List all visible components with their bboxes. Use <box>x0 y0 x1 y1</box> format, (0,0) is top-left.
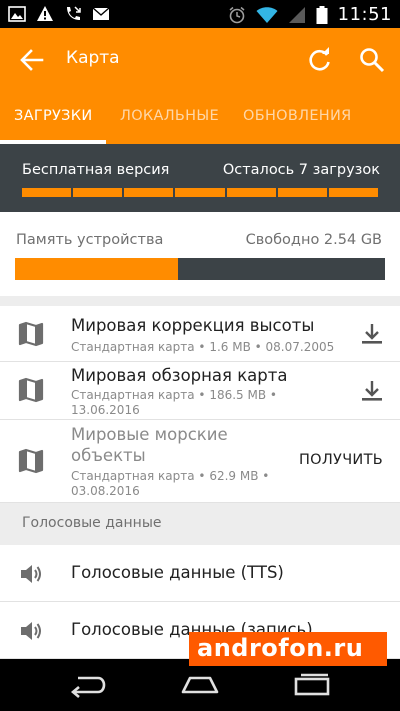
memory-usage-fill <box>15 258 178 280</box>
tab-local[interactable]: ЛОКАЛЬНЫЕ <box>120 108 219 124</box>
speaker-icon <box>21 565 41 583</box>
watermark-text: androfon.ru <box>197 634 364 662</box>
free-version-label: Бесплатная версия <box>22 162 170 178</box>
tab-updates[interactable]: ОБНОВЛЕНИЯ <box>243 108 352 124</box>
system-nav-bar <box>0 660 400 711</box>
memory-usage-bar <box>15 258 385 280</box>
page-title: Карта <box>66 48 120 68</box>
download-segment <box>226 188 276 197</box>
map-icon <box>18 448 44 474</box>
list-item-voice[interactable]: Голосовые данные (TTS) <box>0 545 400 602</box>
device-memory-panel: Память устройства Свободно 2.54 GB <box>0 212 400 296</box>
free-space-label: Свободно 2.54 GB <box>245 232 382 248</box>
refresh-icon[interactable] <box>306 46 334 74</box>
search-icon[interactable] <box>358 46 386 74</box>
voice-name: Голосовые данные (TTS) <box>71 563 284 582</box>
missed-call-icon <box>67 6 81 20</box>
download-segment <box>73 188 123 197</box>
map-meta-line1: Стандартная карта • 186.5 MB • <box>71 388 277 402</box>
signal-icon <box>288 6 305 23</box>
get-button[interactable]: ПОЛУЧИТЬ <box>299 452 383 468</box>
download-segment <box>328 188 378 197</box>
home-nav-icon[interactable] <box>180 672 220 698</box>
map-icon <box>18 377 44 403</box>
watermark-logo: androfon.ru <box>189 632 387 666</box>
map-meta-line2: 13.06.2016 <box>71 403 140 417</box>
map-name: Мировая обзорная карта <box>71 366 288 385</box>
list-item-map[interactable]: Мировая коррекция высоты Стандартная кар… <box>0 306 400 362</box>
wifi-icon <box>256 6 278 23</box>
section-header-label: Голосовые данные <box>22 515 162 531</box>
battery-icon <box>316 5 328 24</box>
section-header-voice: Голосовые данные <box>0 503 400 545</box>
list-item-map[interactable]: Мировые морские объекты Стандартная карт… <box>0 420 400 503</box>
map-icon <box>18 321 44 347</box>
app-bar: Карта <box>0 28 400 92</box>
back-nav-icon[interactable] <box>68 672 108 698</box>
download-segment <box>22 188 72 197</box>
image-notification-icon <box>8 6 26 22</box>
warning-icon <box>37 6 53 21</box>
free-version-panel: Бесплатная версия Осталось 7 загрузок <box>0 144 400 212</box>
map-meta-line2: 03.08.2016 <box>71 484 140 498</box>
download-segment <box>175 188 225 197</box>
alarm-icon <box>229 6 245 23</box>
tab-bar: ЗАГРУЗКИ ЛОКАЛЬНЫЕ ОБНОВЛЕНИЯ <box>0 92 400 144</box>
status-bar: 11:51 <box>0 0 400 28</box>
back-arrow-icon[interactable] <box>18 46 46 74</box>
map-meta: Стандартная карта • 1.6 MB • 08.07.2005 <box>71 340 335 354</box>
download-segment <box>124 188 174 197</box>
tab-downloads[interactable]: ЗАГРУЗКИ <box>14 108 92 124</box>
map-name: Мировая коррекция высоты <box>71 316 315 335</box>
list-item-map[interactable]: Мировая обзорная карта Стандартная карта… <box>0 362 400 420</box>
mail-icon <box>92 7 110 20</box>
downloads-remaining-bar <box>22 188 378 197</box>
map-name-line1: Мировые морские <box>71 425 228 444</box>
divider <box>0 296 400 306</box>
download-icon[interactable] <box>360 322 384 346</box>
speaker-icon <box>21 622 41 640</box>
downloads-remaining: Осталось 7 загрузок <box>222 162 380 178</box>
map-name-line2: объекты <box>71 446 146 465</box>
clock: 11:51 <box>337 4 392 25</box>
download-icon[interactable] <box>360 379 384 403</box>
map-meta-line1: Стандартная карта • 62.9 MB • <box>71 469 270 483</box>
download-segment <box>277 188 327 197</box>
device-memory-label: Память устройства <box>16 232 164 248</box>
recent-apps-nav-icon[interactable] <box>292 672 332 698</box>
